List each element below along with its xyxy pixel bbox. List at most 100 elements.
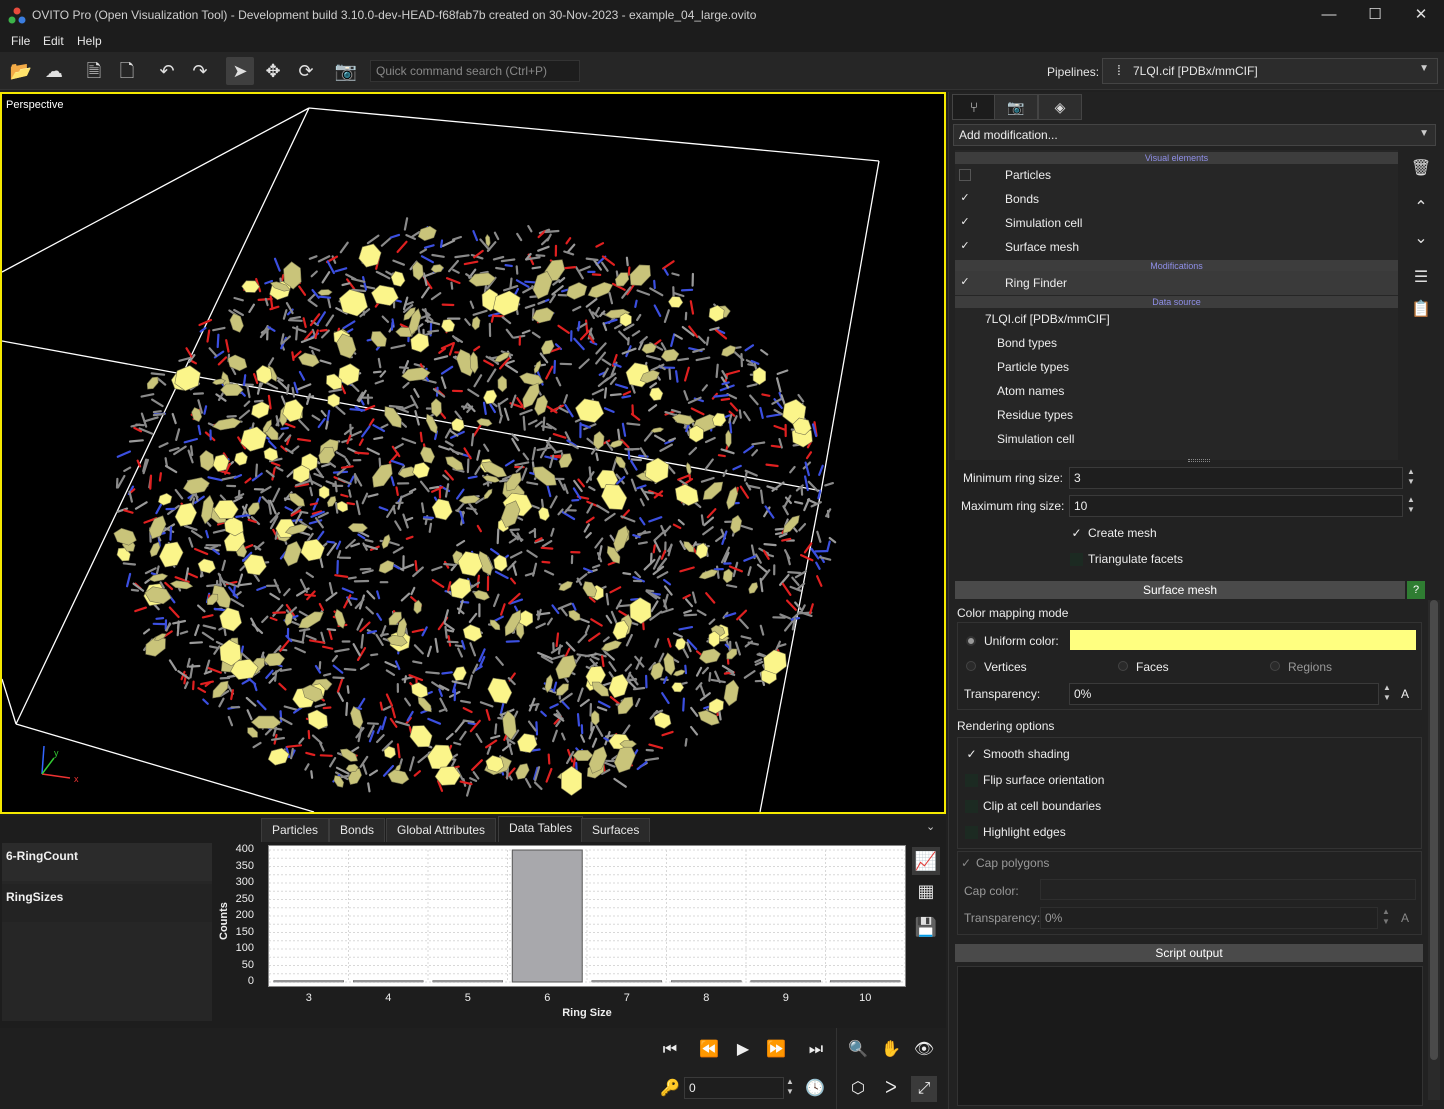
surface-mesh-header[interactable]: Surface mesh xyxy=(955,581,1405,599)
maximize-button[interactable]: ☐ xyxy=(1352,4,1398,28)
source-subitem[interactable]: Bond types xyxy=(955,331,1398,355)
zoom-icon[interactable]: 🔍 xyxy=(845,1037,871,1063)
clipboard-icon[interactable]: 📋 xyxy=(1408,297,1434,323)
tab-particles[interactable]: Particles xyxy=(261,818,330,842)
source-subitem[interactable]: Residue types xyxy=(955,403,1398,427)
transparency-input[interactable]: 0% xyxy=(1069,683,1379,705)
delete-icon[interactable]: 🗑 xyxy=(1408,156,1434,182)
checkbox-bonds[interactable]: ✓ xyxy=(959,193,971,205)
tab-overlays[interactable]: ◈ xyxy=(1038,94,1082,120)
jump-end-icon[interactable]: ⏭ xyxy=(803,1037,829,1063)
pipeline-item-surface-mesh[interactable]: ✓ Surface mesh xyxy=(955,235,1398,259)
quick-command-search[interactable]: Quick command search (Ctrl+P) xyxy=(370,60,580,82)
smooth-shading-checkbox[interactable]: ✓ xyxy=(965,748,978,761)
render-camera-icon[interactable]: 📷 xyxy=(332,57,360,85)
undo-icon[interactable]: ↶ xyxy=(153,57,181,85)
clip-boundaries-checkbox[interactable] xyxy=(965,800,978,813)
move-mode-icon[interactable]: ✥ xyxy=(259,57,287,85)
menu-file[interactable]: File xyxy=(11,34,30,48)
minimize-button[interactable]: — xyxy=(1306,4,1352,28)
next-frame-icon[interactable]: ⏩ xyxy=(763,1037,789,1063)
cap-transparency-spinner[interactable]: ▲ ▼ xyxy=(1379,907,1393,929)
checkbox-simulation-cell[interactable]: ✓ xyxy=(959,217,971,229)
script-output-area[interactable] xyxy=(957,966,1423,1106)
auto-key-icon[interactable]: 🔑 xyxy=(657,1076,683,1102)
save-session-as-icon[interactable]: 🗋 xyxy=(113,57,141,85)
tab-pipeline[interactable]: ⑂ xyxy=(952,94,996,120)
pan-icon[interactable]: ✋ xyxy=(878,1037,904,1063)
max-ring-size-input[interactable]: 10 xyxy=(1069,495,1403,517)
vertices-radio[interactable] xyxy=(966,661,976,671)
checkbox-particles[interactable] xyxy=(959,169,971,181)
menu-help[interactable]: Help xyxy=(77,34,102,48)
pipeline-selector[interactable]: ⁞ 7LQI.cif [PDBx/mmCIF] ▼ xyxy=(1102,58,1438,84)
table-mode-icon[interactable]: ▦ xyxy=(912,877,940,905)
pipeline-item-data-source[interactable]: 7LQI.cif [PDBx/mmCIF] xyxy=(955,307,1398,331)
cap-color-swatch[interactable] xyxy=(1040,879,1416,900)
transparency-spinner[interactable]: ▲ ▼ xyxy=(1380,683,1394,705)
cap-transparency-input[interactable]: 0% xyxy=(1040,907,1378,929)
pipeline-item-ring-finder[interactable]: ✓ Ring Finder xyxy=(955,271,1398,295)
panel-scrollbar[interactable] xyxy=(1428,600,1440,1100)
play-icon[interactable]: ▶ xyxy=(730,1037,756,1063)
triangulate-checkbox[interactable] xyxy=(1070,553,1083,566)
frame-spinner-arrows[interactable]: ▲ ▼ xyxy=(783,1077,797,1099)
plot-mode-icon[interactable]: 📈 xyxy=(912,847,940,875)
move-down-icon[interactable]: ⌄ xyxy=(1408,226,1434,252)
menu-edit[interactable]: Edit xyxy=(43,34,64,48)
close-button[interactable]: ✕ xyxy=(1398,4,1444,28)
tab-data-tables[interactable]: Data Tables xyxy=(498,816,584,842)
table-item-ringsizes[interactable]: RingSizes xyxy=(2,884,212,922)
move-up-icon[interactable]: ⌃ xyxy=(1408,195,1434,221)
source-subitem[interactable]: Atom names xyxy=(955,379,1398,403)
save-session-icon[interactable]: 🗎 xyxy=(80,57,108,85)
selection-mode-icon[interactable]: ➤ xyxy=(226,57,254,85)
script-output-header[interactable]: Script output xyxy=(955,944,1423,962)
pipeline-item-particles[interactable]: Particles xyxy=(955,163,1398,187)
source-subitem[interactable]: Simulation cell xyxy=(955,427,1398,451)
help-button[interactable]: ? xyxy=(1407,581,1425,599)
rotate-mode-icon[interactable]: ⟳ xyxy=(292,57,320,85)
tab-bonds[interactable]: Bonds xyxy=(329,818,386,842)
panel-scrollbar-thumb[interactable] xyxy=(1430,600,1438,1060)
create-mesh-checkbox[interactable]: ✓ xyxy=(1070,527,1083,540)
tab-render[interactable]: 📷 xyxy=(994,94,1038,120)
zoom-all-icon[interactable]: ⬡ xyxy=(845,1076,871,1102)
max-ring-size-spinner[interactable]: ▲ ▼ xyxy=(1404,495,1418,517)
cap-polygons-checkbox[interactable]: ✓ xyxy=(961,856,971,870)
regions-radio[interactable] xyxy=(1270,661,1280,671)
splitter-handle[interactable] xyxy=(1188,459,1210,462)
cap-animate-key-button[interactable]: A xyxy=(1401,911,1409,925)
perspective-viewport[interactable]: Perspective x y xyxy=(0,92,946,814)
checkbox-surface-mesh[interactable]: ✓ xyxy=(959,241,971,253)
pipeline-item-simulation-cell[interactable]: ✓ Simulation cell xyxy=(955,211,1398,235)
add-modification-dropdown[interactable]: Add modification... ▼ xyxy=(953,124,1436,146)
uniform-color-swatch[interactable] xyxy=(1070,630,1416,650)
animation-settings-icon[interactable]: 🕓 xyxy=(802,1076,828,1102)
viewport-caption[interactable]: Perspective xyxy=(6,99,63,111)
checkbox-ring-finder[interactable]: ✓ xyxy=(959,277,971,289)
highlight-edges-checkbox[interactable] xyxy=(965,826,978,839)
open-file-icon[interactable]: 📂 xyxy=(7,57,35,85)
load-remote-icon[interactable]: ☁ xyxy=(40,57,68,85)
maximize-viewport-icon[interactable]: ⤢ xyxy=(911,1076,937,1102)
collapse-inspector-icon[interactable]: ⌄ xyxy=(926,820,935,833)
tab-global-attributes[interactable]: Global Attributes xyxy=(386,818,497,842)
pipeline-item-bonds[interactable]: ✓ Bonds xyxy=(955,187,1398,211)
min-ring-size-input[interactable]: 3 xyxy=(1069,467,1403,489)
pipeline-menu-icon[interactable]: ☰ xyxy=(1408,265,1434,291)
fov-icon[interactable]: ᐳ xyxy=(878,1076,904,1102)
faces-radio[interactable] xyxy=(1118,661,1128,671)
uniform-color-radio[interactable] xyxy=(966,636,976,646)
frame-spinner[interactable]: 0 xyxy=(684,1077,784,1099)
flip-orientation-checkbox[interactable] xyxy=(965,774,978,787)
orbit-icon[interactable]: 👁 xyxy=(911,1037,937,1063)
redo-icon[interactable]: ↷ xyxy=(186,57,214,85)
jump-start-icon[interactable]: ⏮ xyxy=(657,1037,683,1063)
table-item-6-ringcount[interactable]: 6-RingCount xyxy=(2,843,212,881)
save-data-icon[interactable]: 💾 xyxy=(912,913,940,941)
min-ring-size-spinner[interactable]: ▲ ▼ xyxy=(1404,467,1418,489)
tab-surfaces[interactable]: Surfaces xyxy=(581,818,651,842)
animate-key-button[interactable]: A xyxy=(1401,687,1409,701)
previous-frame-icon[interactable]: ⏪ xyxy=(696,1037,722,1063)
